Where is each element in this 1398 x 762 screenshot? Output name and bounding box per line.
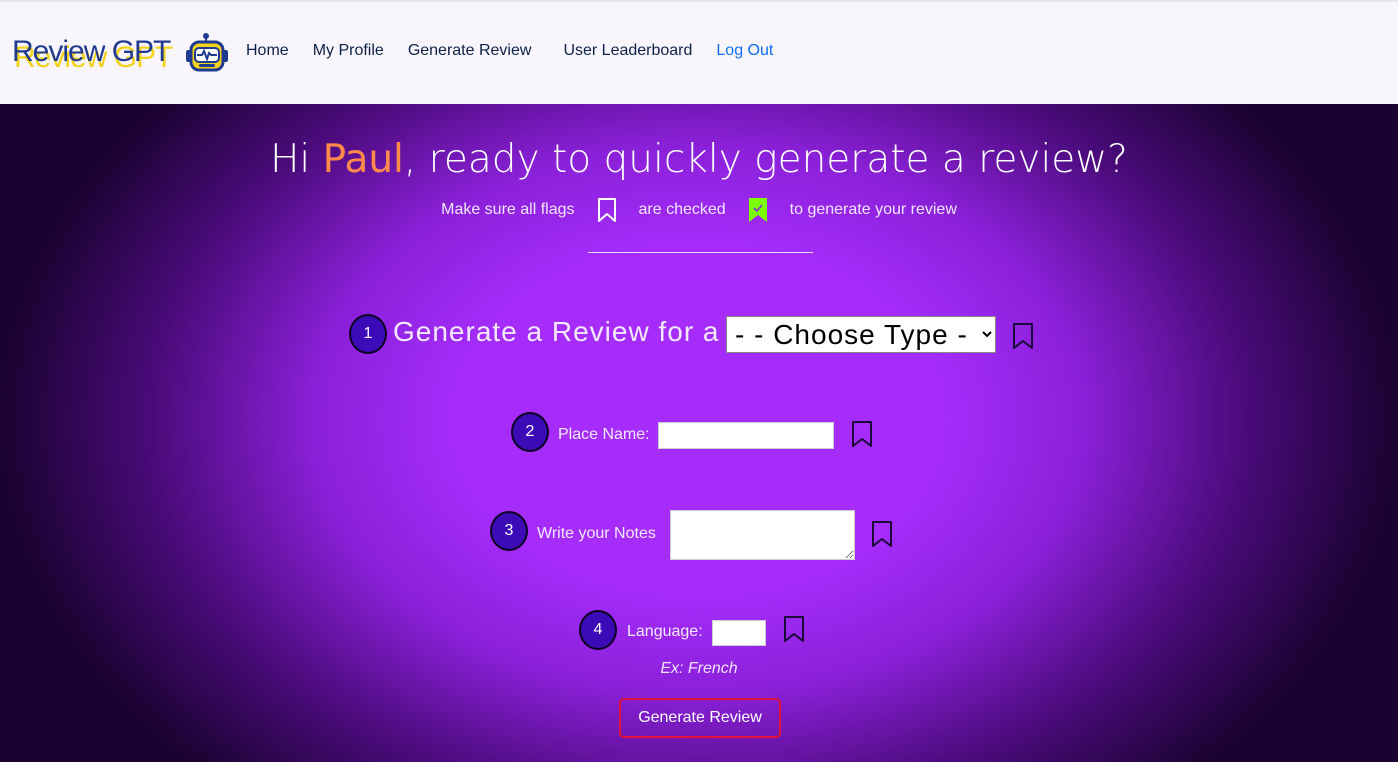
step-4-badge: 4 <box>579 610 617 650</box>
step-4-label: Language: <box>627 623 703 640</box>
place-name-input[interactable] <box>658 422 834 449</box>
instructions-part3: to generate your review <box>789 201 957 218</box>
brand-logo[interactable]: Review GPT Review GPT <box>12 35 173 75</box>
step-1-bookmark-icon[interactable] <box>1012 322 1034 350</box>
step-4-bookmark-icon[interactable] <box>783 615 805 643</box>
step-3-bookmark-icon[interactable] <box>871 520 893 548</box>
instructions: Make sure all flags are checked to gener… <box>0 197 1398 223</box>
language-example: Ex: French <box>660 660 738 677</box>
nav-home[interactable]: Home <box>246 42 289 60</box>
step-1-label: Generate a Review for a <box>393 316 720 347</box>
greeting-suffix: , ready to quickly generate a review? <box>403 137 1128 182</box>
nav-links: Home My Profile Generate Review User Lea… <box>246 42 797 60</box>
page-title: Hi Paul, ready to quickly generate a rev… <box>0 137 1398 182</box>
nav-log-out[interactable]: Log Out <box>716 42 773 60</box>
user-name: Paul <box>322 137 404 182</box>
notes-textarea[interactable] <box>670 510 855 560</box>
bookmark-icon <box>597 198 616 222</box>
nav-generate-review[interactable]: Generate Review <box>408 42 532 60</box>
instructions-part1: Make sure all flags <box>441 201 575 218</box>
robot-logo-icon <box>186 33 228 72</box>
step-1-badge: 1 <box>349 314 387 354</box>
review-form-section: Hi Paul, ready to quickly generate a rev… <box>0 104 1398 762</box>
language-input[interactable] <box>712 620 766 646</box>
nav-user-leaderboard[interactable]: User Leaderboard <box>563 42 692 60</box>
review-type-select[interactable]: - - Choose Type - - <box>726 316 996 353</box>
step-3-label: Write your Notes <box>537 525 656 542</box>
divider <box>588 252 813 253</box>
generate-review-button[interactable]: Generate Review <box>619 698 781 738</box>
step-2-label: Place Name: <box>558 426 650 443</box>
bookmark-check-icon <box>748 198 767 222</box>
step-2-bookmark-icon[interactable] <box>851 420 873 448</box>
navbar: Review GPT Review GPT Home My Profile Ge… <box>0 2 1398 104</box>
step-2-badge: 2 <box>511 412 549 452</box>
greeting-prefix: Hi <box>270 137 311 182</box>
step-3-badge: 3 <box>490 511 528 551</box>
brand-text: Review GPT <box>12 35 171 68</box>
nav-my-profile[interactable]: My Profile <box>313 42 384 60</box>
instructions-part2: are checked <box>638 201 726 218</box>
